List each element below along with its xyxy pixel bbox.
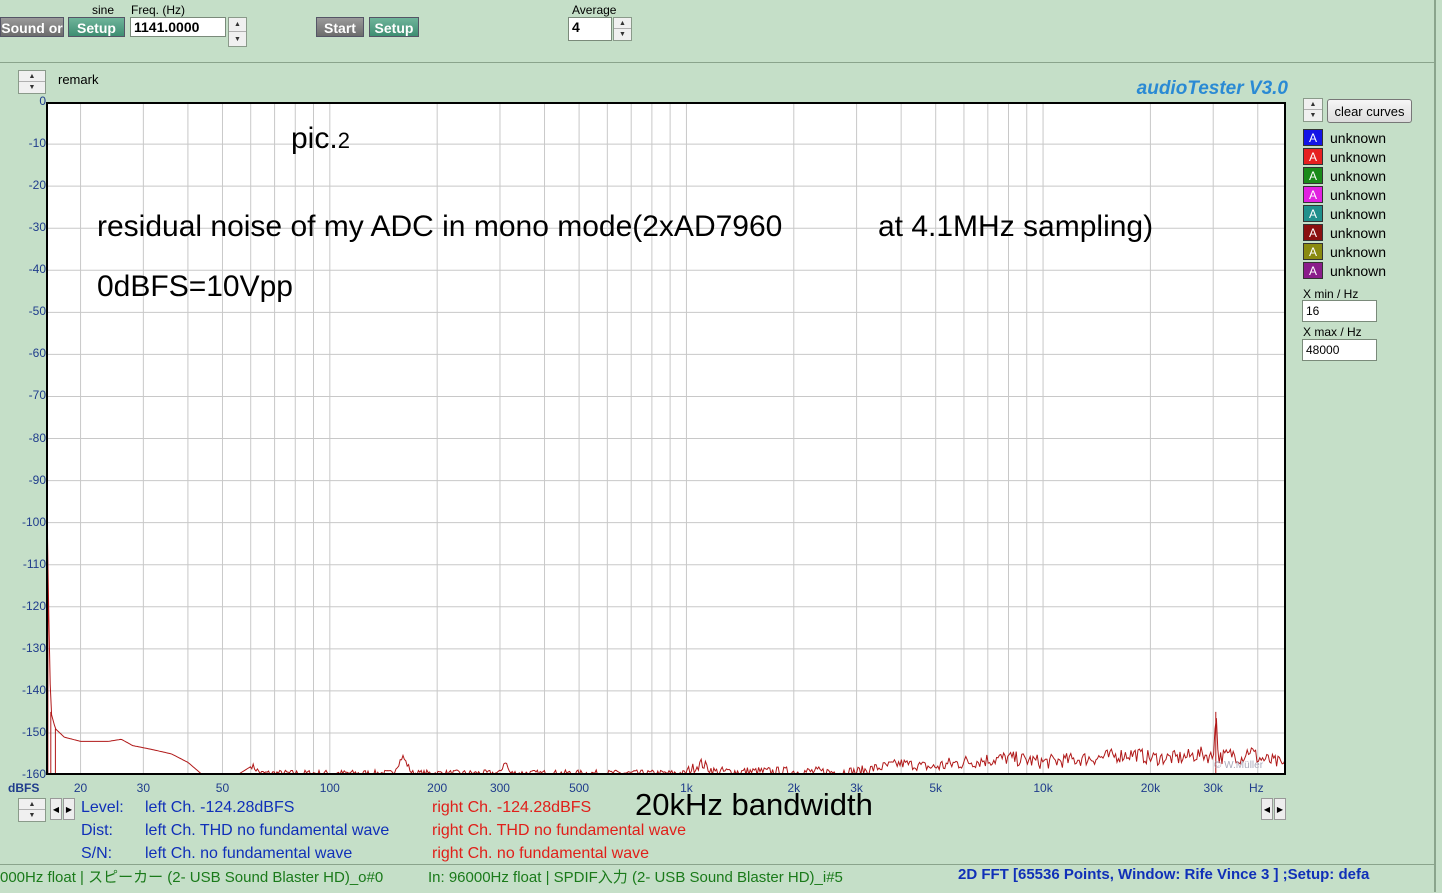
scroll-right-button[interactable]: ▶ <box>63 798 75 820</box>
legend-item[interactable]: Aunknown <box>1303 223 1386 242</box>
legend-item[interactable]: Aunknown <box>1303 204 1386 223</box>
x-tick-label: 100 <box>319 781 340 795</box>
curve-color-icon[interactable]: A <box>1303 148 1323 165</box>
status-fft: 2D FFT [65536 Points, Window: Rife Vince… <box>958 866 1370 883</box>
annotation-bandwidth: 20kHz bandwidth <box>635 787 873 822</box>
annotation-pic-number: 2 <box>337 128 350 153</box>
level-label: Level: <box>81 799 124 816</box>
x-scroll-left-button[interactable]: ◀ <box>1261 798 1273 820</box>
level-left: left Ch. -124.28dBFS <box>145 799 295 816</box>
xmax-input[interactable]: 48000 <box>1302 339 1377 361</box>
legend-label: unknown <box>1330 205 1387 222</box>
curve-color-icon[interactable]: A <box>1303 262 1323 279</box>
curve-color-icon[interactable]: A <box>1303 167 1323 184</box>
chevron-down-icon[interactable]: ▼ <box>1304 110 1322 121</box>
legend-label: unknown <box>1330 167 1387 184</box>
copyright-watermark: © W.Müller <box>1214 760 1264 771</box>
curve-color-icon[interactable]: A <box>1303 129 1323 146</box>
xmax-label: X max / Hz <box>1303 325 1362 339</box>
chevron-up-icon[interactable]: ▲ <box>1304 99 1322 110</box>
sn-right: right Ch. no fundamental wave <box>432 845 650 862</box>
x-scroll-right-button[interactable]: ▶ <box>1274 798 1286 820</box>
level-right: right Ch. -124.28dBFS <box>432 799 592 816</box>
legend-item[interactable]: Aunknown <box>1303 261 1386 280</box>
legend-label: unknown <box>1330 129 1387 146</box>
x-tick-label: 50 <box>215 781 230 795</box>
dist-left: left Ch. THD no fundamental wave <box>145 822 390 839</box>
curve-color-icon[interactable]: A <box>1303 243 1323 260</box>
x-tick-label: 5k <box>929 781 943 795</box>
legend-label: unknown <box>1330 148 1387 165</box>
curve-color-icon[interactable]: A <box>1303 224 1323 241</box>
x-tick-label: 10k <box>1033 781 1053 795</box>
dbfs-label: dBFS <box>8 781 40 795</box>
x-tick-label: 30 <box>136 781 151 795</box>
curve-color-icon[interactable]: A <box>1303 205 1323 222</box>
annotation-pic-text: pic. <box>291 122 338 155</box>
x-tick-label: 20 <box>73 781 88 795</box>
y-scale-stepper[interactable]: ▲ ▼ <box>18 798 46 822</box>
dist-right: right Ch. THD no fundamental wave <box>432 822 687 839</box>
fft-plot[interactable] <box>46 102 1286 775</box>
clear-curves-button[interactable]: clear curves <box>1327 99 1412 123</box>
xmin-input[interactable]: 16 <box>1302 300 1377 322</box>
x-tick-label: 30k <box>1203 781 1223 795</box>
hz-label: Hz <box>1249 781 1264 795</box>
x-tick-label: 20k <box>1140 781 1161 795</box>
annotation-line1b: at 4.1MHz sampling) <box>878 210 1154 243</box>
legend-item[interactable]: Aunknown <box>1303 128 1386 147</box>
x-tick-label: 300 <box>489 781 510 795</box>
xmin-label: X min / Hz <box>1303 287 1359 301</box>
annotation-pic: pic.2 <box>291 122 350 156</box>
chevron-down-icon[interactable]: ▼ <box>19 810 45 821</box>
legend-item[interactable]: Aunknown <box>1303 147 1386 166</box>
x-tick-label: 200 <box>427 781 448 795</box>
curve-color-icon[interactable]: A <box>1303 186 1323 203</box>
sn-left: left Ch. no fundamental wave <box>145 845 353 862</box>
legend-item[interactable]: Aunknown <box>1303 185 1386 204</box>
legend-label: unknown <box>1330 186 1387 203</box>
legend-stepper[interactable]: ▲ ▼ <box>1303 98 1323 122</box>
legend-item[interactable]: Aunknown <box>1303 242 1386 261</box>
status-input: In: 96000Hz float | SPDIF入力 (2- USB Soun… <box>428 869 843 886</box>
annotation-line1: residual noise of my ADC in mono mode(2x… <box>97 210 783 243</box>
dist-label: Dist: <box>81 822 113 839</box>
chevron-up-icon[interactable]: ▲ <box>19 799 45 810</box>
x-tick-label: 500 <box>569 781 590 795</box>
scroll-left-button[interactable]: ◀ <box>50 798 62 820</box>
window-border <box>1434 0 1436 892</box>
annotation-line2: 0dBFS=10Vpp <box>97 270 293 303</box>
legend-label: unknown <box>1330 224 1387 241</box>
status-output: 000Hz float | スピーカー (2- USB Sound Blaste… <box>0 869 384 886</box>
legend-label: unknown <box>1330 243 1387 260</box>
sn-label: S/N: <box>81 845 113 862</box>
legend-label: unknown <box>1330 262 1387 279</box>
legend-item[interactable]: Aunknown <box>1303 166 1386 185</box>
